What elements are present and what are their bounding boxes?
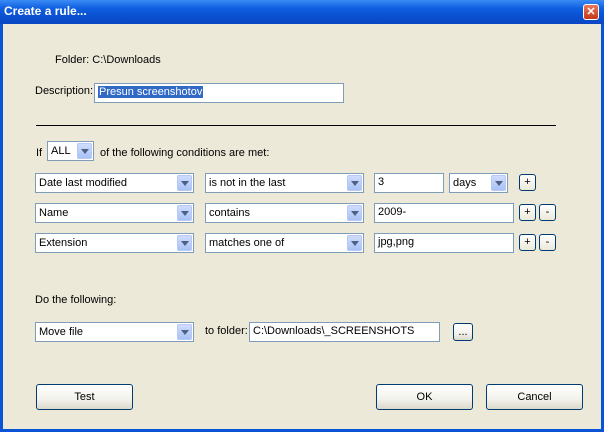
action-dropdown[interactable]: Move file (35, 322, 194, 342)
description-value: Presun screenshotov (98, 86, 204, 98)
test-button[interactable]: Test (36, 384, 133, 410)
condition-field-dropdown[interactable]: Extension (35, 233, 194, 253)
add-condition-button[interactable]: + (519, 234, 536, 251)
chevron-down-icon[interactable] (491, 175, 506, 191)
add-condition-button[interactable]: + (519, 174, 536, 191)
match-mode-value: ALL (51, 145, 71, 157)
ok-button[interactable]: OK (376, 384, 473, 410)
cancel-button[interactable]: Cancel (486, 384, 583, 410)
condition-operator-dropdown[interactable]: contains (205, 203, 364, 223)
if-label: If (36, 147, 43, 159)
close-button[interactable]: ✕ (583, 4, 599, 20)
separator-line (36, 125, 556, 126)
dialog-window: Create a rule... ✕ Folder: C:\Downloads … (0, 0, 604, 432)
add-condition-button[interactable]: + (519, 204, 536, 221)
to-folder-label: to folder: (205, 325, 248, 337)
target-folder-input[interactable]: C:\Downloads\_SCREENSHOTS (249, 322, 440, 342)
folder-label: Folder: C:\Downloads (55, 54, 161, 66)
action-label: Do the following: (35, 294, 117, 306)
condition-value-input[interactable]: 3 (374, 173, 444, 193)
condition-field-dropdown[interactable]: Name (35, 203, 194, 223)
condition-operator-dropdown[interactable]: is not in the last (205, 173, 364, 193)
chevron-down-icon[interactable] (347, 235, 362, 251)
browse-folder-button[interactable]: ... (453, 323, 473, 341)
description-label: Description: (35, 85, 94, 97)
description-input[interactable]: Presun screenshotov (94, 83, 344, 103)
dialog-body: Folder: C:\Downloads Description: Presun… (3, 24, 601, 429)
condition-value-input[interactable]: 2009- (374, 203, 514, 223)
chevron-down-icon[interactable] (177, 205, 192, 221)
remove-condition-button[interactable]: - (539, 204, 556, 221)
match-mode-dropdown[interactable]: ALL (47, 141, 94, 161)
chevron-down-icon[interactable] (77, 143, 92, 159)
conditions-label: of the following conditions are met: (100, 147, 270, 159)
chevron-down-icon[interactable] (177, 235, 192, 251)
condition-operator-dropdown[interactable]: matches one of (205, 233, 364, 253)
chevron-down-icon[interactable] (347, 205, 362, 221)
window-title: Create a rule... (4, 4, 87, 18)
condition-value-input[interactable]: jpg,png (374, 233, 514, 253)
condition-unit-dropdown[interactable]: days (449, 173, 508, 193)
chevron-down-icon[interactable] (347, 175, 362, 191)
title-bar[interactable]: Create a rule... ✕ (0, 0, 604, 24)
chevron-down-icon[interactable] (177, 324, 192, 340)
condition-field-dropdown[interactable]: Date last modified (35, 173, 194, 193)
chevron-down-icon[interactable] (177, 175, 192, 191)
remove-condition-button[interactable]: - (539, 234, 556, 251)
